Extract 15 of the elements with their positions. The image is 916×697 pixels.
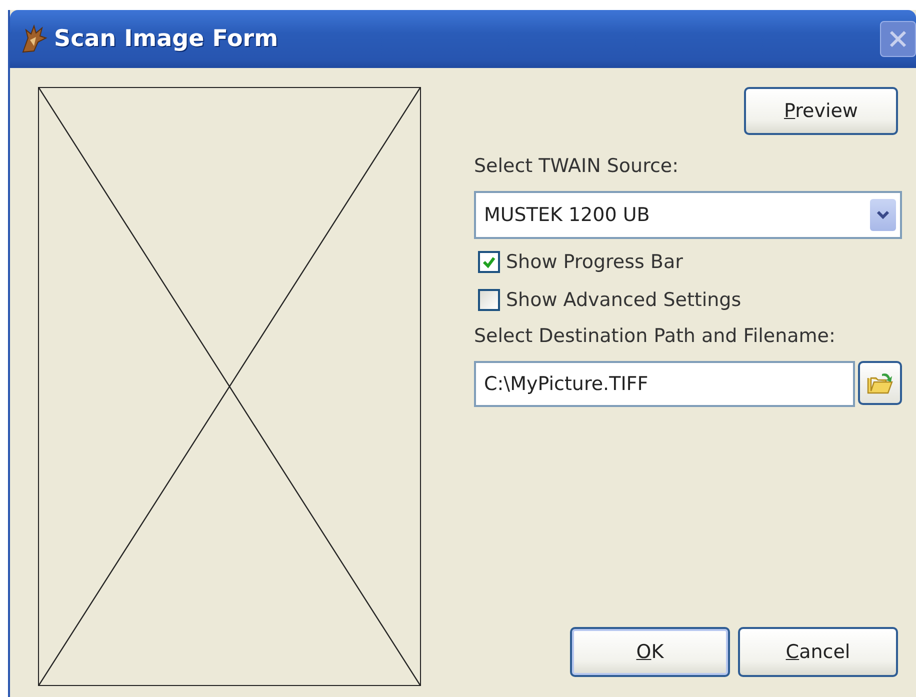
app-icon [20,24,48,54]
source-label: Select TWAIN Source: [474,155,680,177]
checkbox[interactable] [478,289,500,311]
checkbox-label: Show Advanced Settings [506,289,742,311]
check-icon [481,254,497,270]
ok-button[interactable]: OK [570,627,730,677]
preview-button[interactable]: Preview [744,87,898,135]
source-dropdown[interactable]: MUSTEK 1200 UB [474,191,902,239]
destination-label: Select Destination Path and Filename: [474,325,836,347]
cancel-button[interactable]: Cancel [738,627,898,677]
window-title: Scan Image Form [54,26,278,52]
browse-button[interactable] [858,361,902,405]
checkbox-label: Show Progress Bar [506,251,683,273]
checkbox[interactable] [478,251,500,273]
path-field[interactable]: C:\MyPicture.TIFF [474,361,855,407]
